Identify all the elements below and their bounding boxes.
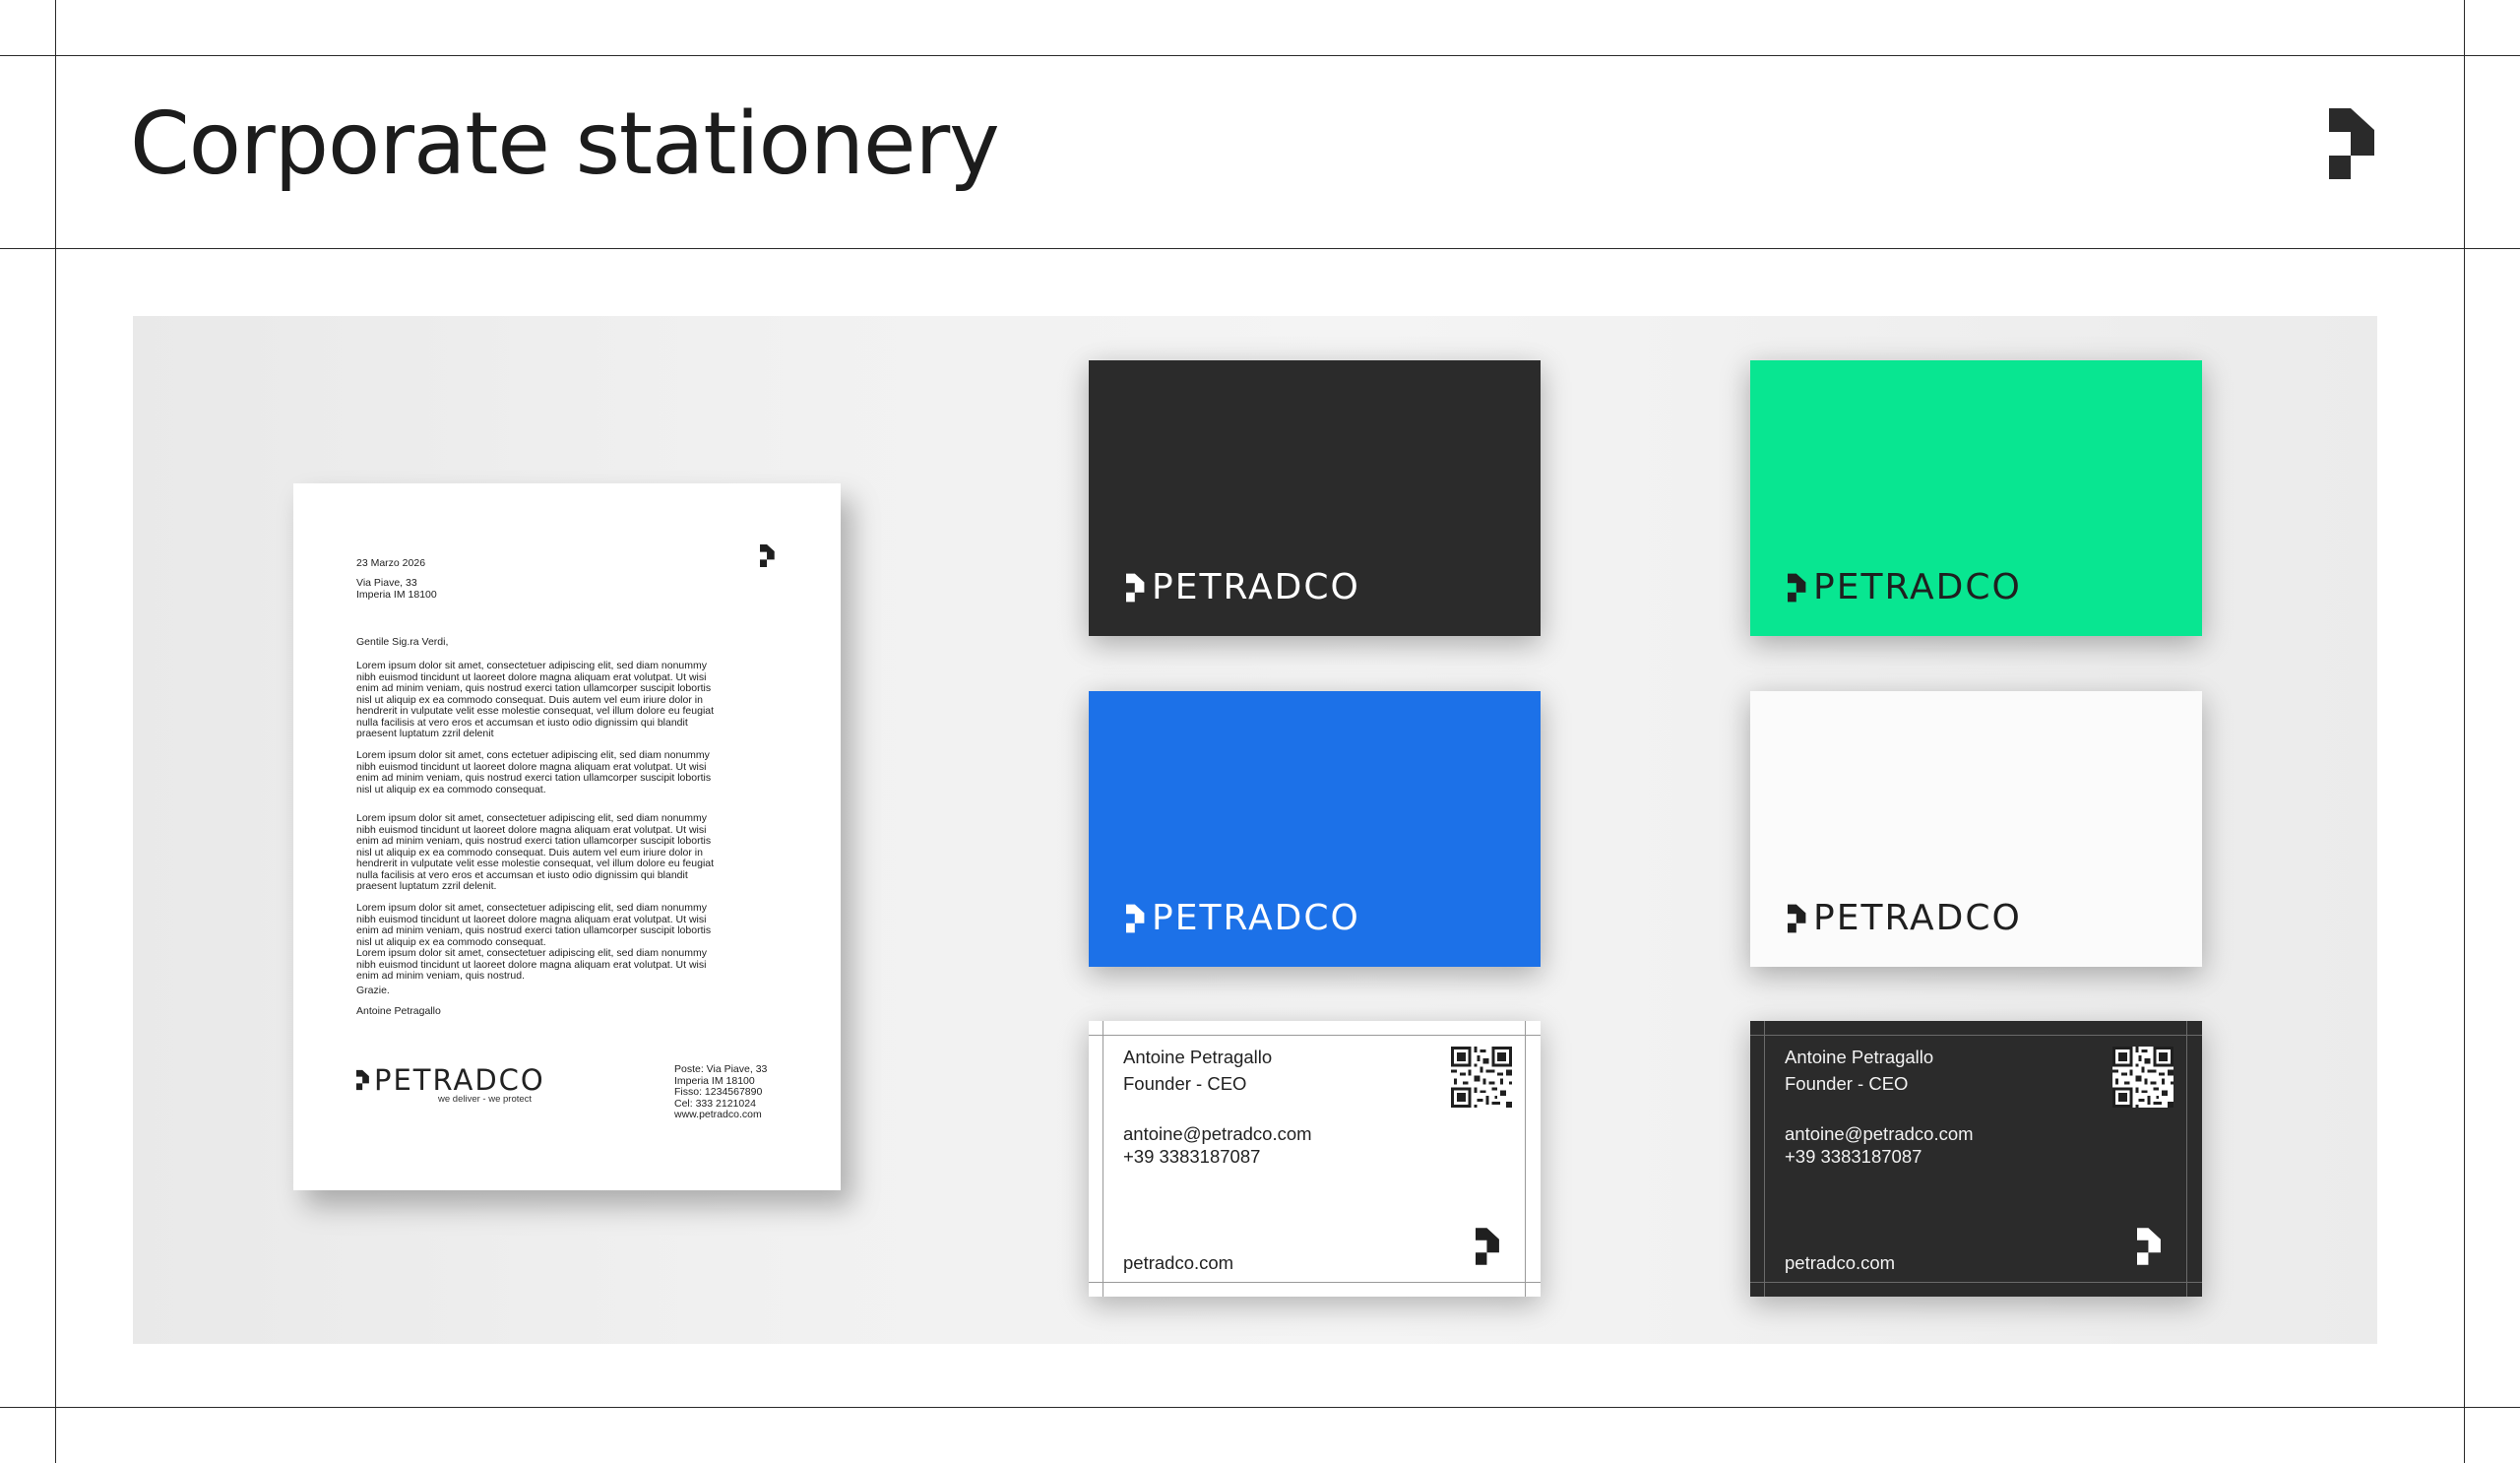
page-title: Corporate stationery bbox=[130, 94, 1000, 194]
petradco-p-mark-icon bbox=[356, 1069, 369, 1091]
grid-line-left bbox=[55, 0, 56, 1463]
qr-code-icon bbox=[1451, 1047, 1512, 1108]
contact-phone: +39 3383187087 bbox=[1123, 1146, 1261, 1167]
letter-paragraph: Lorem ipsum dolor sit amet, consectetuer… bbox=[356, 902, 712, 982]
logo-wordmark: PETRADCO bbox=[1813, 567, 2022, 607]
card-white: PETRADCO bbox=[1750, 691, 2202, 967]
letter-closing: Grazie. bbox=[356, 985, 390, 996]
card-green: PETRADCO bbox=[1750, 360, 2202, 636]
logo-wordmark: PETRADCO bbox=[374, 1063, 545, 1097]
grid-line-right bbox=[2464, 0, 2465, 1463]
letter-logo: PETRADCO bbox=[356, 1063, 545, 1097]
letter-paragraph: Lorem ipsum dolor sit amet, cons ectetue… bbox=[356, 749, 712, 795]
petradco-p-mark-icon bbox=[1476, 1228, 1499, 1265]
crop-mark bbox=[1764, 1021, 1765, 1297]
card-logo: PETRADCO bbox=[1126, 567, 1360, 607]
letter-contacts: Poste: Via Piave, 33 Imperia IM 18100 Fi… bbox=[674, 1063, 768, 1120]
contact-phone: +39 3383187087 bbox=[1785, 1146, 1922, 1167]
grid-line-bottom bbox=[0, 1407, 2520, 1408]
card-blue: PETRADCO bbox=[1089, 691, 1541, 967]
crop-mark bbox=[1089, 1035, 1541, 1036]
letter-greeting: Gentile Sig.ra Verdi, bbox=[356, 636, 449, 648]
logo-wordmark: PETRADCO bbox=[1152, 567, 1360, 607]
petradco-p-mark-icon bbox=[1126, 573, 1145, 602]
crop-mark bbox=[1089, 1282, 1541, 1283]
letter-paragraph: Lorem ipsum dolor sit amet, consectetuer… bbox=[356, 660, 715, 739]
contact-role: Founder - CEO bbox=[1785, 1073, 1909, 1094]
petradco-p-mark-icon bbox=[2329, 108, 2374, 179]
business-card-light: Antoine Petragallo Founder - CEO antoine… bbox=[1089, 1021, 1541, 1297]
business-card-dark: Antoine Petragallo Founder - CEO antoine… bbox=[1750, 1021, 2202, 1297]
grid-line-header bbox=[0, 248, 2520, 249]
petradco-p-mark-icon bbox=[1126, 904, 1145, 932]
contact-website: petradco.com bbox=[1123, 1252, 1234, 1273]
grid-line-top bbox=[0, 55, 2520, 56]
crop-mark bbox=[2186, 1021, 2187, 1297]
letter-address: Via Piave, 33 Imperia IM 18100 bbox=[356, 577, 437, 601]
letter-date: 23 Marzo 2026 bbox=[356, 557, 426, 569]
letter-paragraph: Lorem ipsum dolor sit amet, consectetuer… bbox=[356, 812, 715, 892]
petradco-p-mark-icon bbox=[1788, 573, 1806, 602]
card-logo: PETRADCO bbox=[1788, 898, 2022, 938]
crop-mark bbox=[1750, 1035, 2202, 1036]
contact-email: antoine@petradco.com bbox=[1123, 1123, 1312, 1144]
stationery-mockup: 23 Marzo 2026 Via Piave, 33 Imperia IM 1… bbox=[133, 316, 2377, 1344]
crop-mark bbox=[1525, 1021, 1526, 1297]
logo-tagline: we deliver - we protect bbox=[438, 1094, 533, 1105]
petradco-p-mark-icon bbox=[2137, 1228, 2161, 1265]
petradco-p-mark-icon bbox=[1788, 904, 1806, 932]
logo-wordmark: PETRADCO bbox=[1813, 898, 2022, 938]
qr-code-icon bbox=[2112, 1047, 2174, 1108]
logo-wordmark: PETRADCO bbox=[1152, 898, 1360, 938]
contact-email: antoine@petradco.com bbox=[1785, 1123, 1974, 1144]
card-logo: PETRADCO bbox=[1126, 898, 1360, 938]
crop-mark bbox=[1102, 1021, 1103, 1297]
letter-signature: Antoine Petragallo bbox=[356, 1005, 441, 1017]
card-logo: PETRADCO bbox=[1788, 567, 2022, 607]
card-dark: PETRADCO bbox=[1089, 360, 1541, 636]
contact-role: Founder - CEO bbox=[1123, 1073, 1247, 1094]
contact-name: Antoine Petragallo bbox=[1785, 1047, 1934, 1067]
crop-mark bbox=[1750, 1282, 2202, 1283]
letterhead: 23 Marzo 2026 Via Piave, 33 Imperia IM 1… bbox=[293, 483, 841, 1190]
contact-name: Antoine Petragallo bbox=[1123, 1047, 1273, 1067]
contact-website: petradco.com bbox=[1785, 1252, 1896, 1273]
